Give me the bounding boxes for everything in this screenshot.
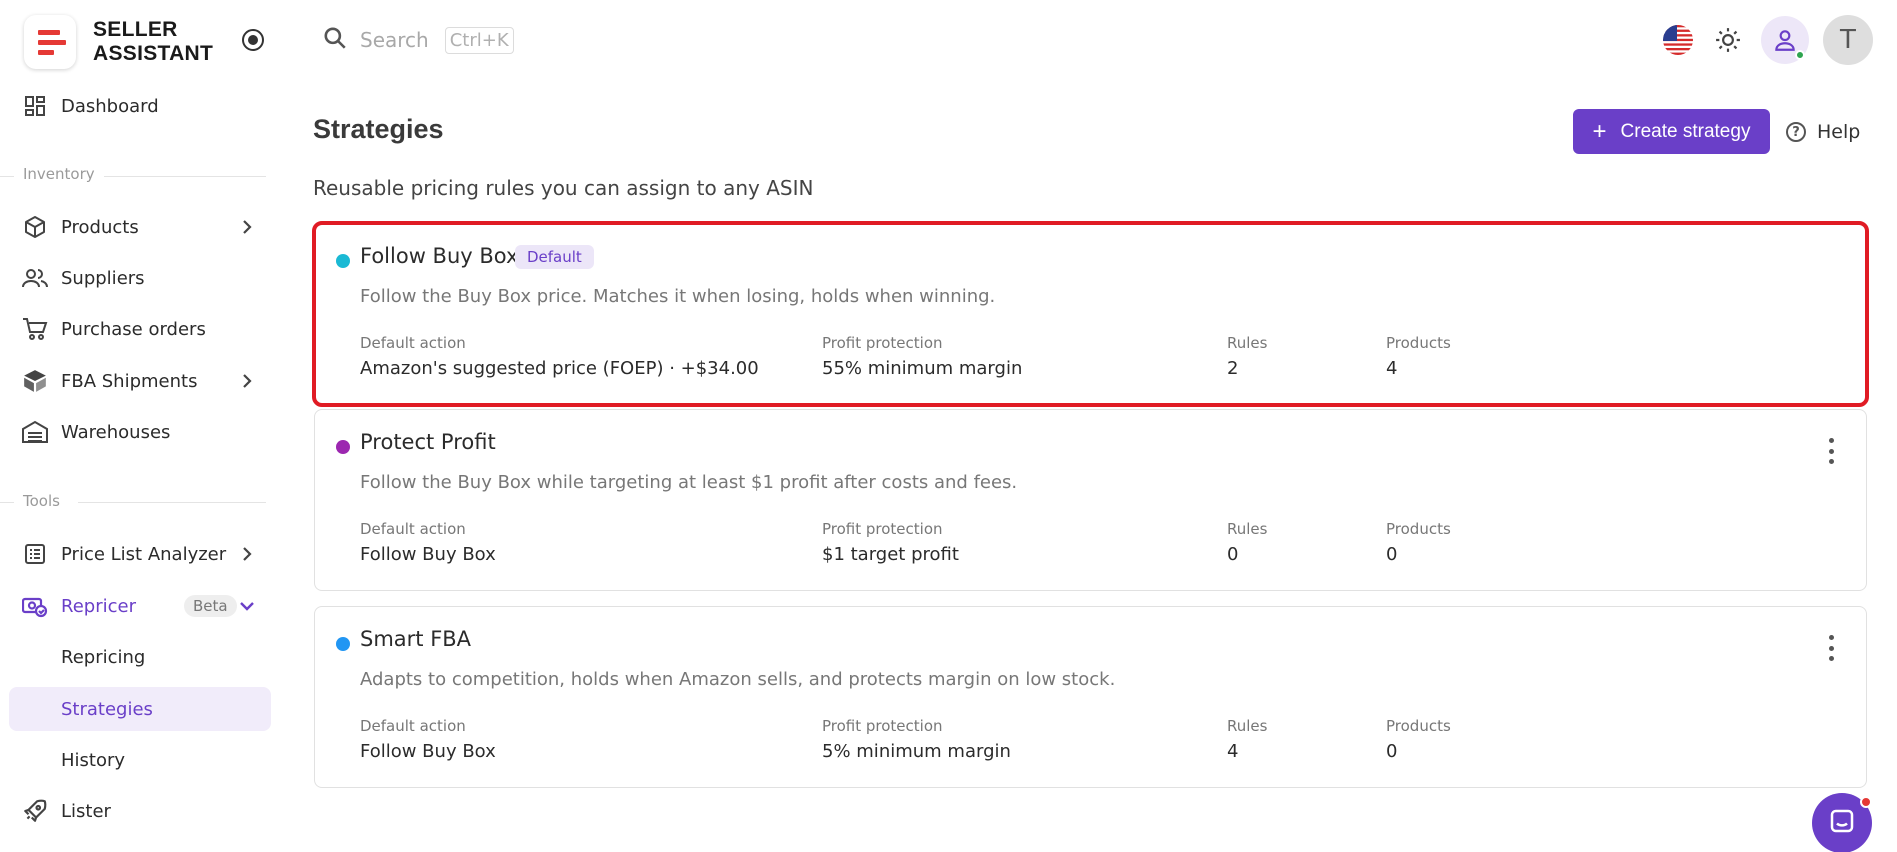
search-shortcut: Ctrl+K — [444, 26, 514, 54]
more-options-icon[interactable] — [1826, 635, 1836, 661]
create-strategy-button[interactable]: + Create strategy — [1573, 109, 1770, 154]
box-icon — [21, 213, 49, 241]
create-strategy-label: Create strategy — [1620, 120, 1751, 142]
sidebar-item-label: Strategies — [61, 698, 153, 720]
products-count: Products 0 — [1386, 717, 1451, 762]
strategy-description: Follow the Buy Box price. Matches it whe… — [360, 286, 996, 307]
sidebar-item-products[interactable]: Products — [9, 205, 271, 249]
page-subtitle: Reusable pricing rules you can assign to… — [313, 176, 814, 200]
sidebar-item-history[interactable]: History — [9, 738, 271, 782]
theme-toggle-icon[interactable] — [1713, 25, 1743, 55]
sidebar-item-label: Repricer — [61, 595, 136, 617]
rules-count: Rules 2 — [1227, 334, 1268, 379]
sidebar: SELLER ASSISTANT Dashboard Inventory Pro… — [0, 0, 282, 852]
divider — [104, 176, 266, 177]
sidebar-item-label: Lister — [61, 800, 111, 822]
sidebar-item-label: Dashboard — [61, 95, 159, 117]
chat-icon — [1827, 806, 1857, 840]
sidebar-item-label: Products — [61, 216, 139, 238]
products-count: Products 0 — [1386, 520, 1451, 565]
chevron-right-icon — [237, 217, 257, 237]
section-label-inventory: Inventory — [23, 165, 95, 183]
profit-protection: Profit protection 55% minimum margin — [822, 334, 1023, 379]
strategy-description: Follow the Buy Box while targeting at le… — [360, 472, 1018, 493]
help-icon: ? — [1786, 122, 1806, 142]
default-action: Default action Follow Buy Box — [360, 520, 496, 565]
rules-count: Rules 0 — [1227, 520, 1268, 565]
divider — [0, 502, 14, 503]
plus-icon: + — [1592, 117, 1607, 145]
chevron-right-icon — [237, 544, 257, 564]
strategy-color-dot — [336, 254, 350, 268]
strategy-card-smart-fba[interactable]: Smart FBA Adapts to competition, holds w… — [314, 606, 1867, 788]
dashboard-icon — [21, 92, 49, 120]
notification-dot — [1860, 796, 1872, 808]
chevron-right-icon — [237, 371, 257, 391]
strategy-color-dot — [336, 637, 350, 651]
sidebar-item-label: Repricing — [61, 646, 146, 668]
search-bar[interactable]: Search Ctrl+K — [322, 22, 514, 58]
sidebar-item-lister[interactable]: Lister — [9, 789, 271, 833]
sidebar-item-price-list-analyzer[interactable]: Price List Analyzer — [9, 532, 271, 576]
sidebar-item-label: Purchase orders — [61, 318, 206, 340]
list-icon — [21, 540, 49, 568]
default-action: Default action Follow Buy Box — [360, 717, 496, 762]
sidebar-item-repricer[interactable]: Repricer Beta — [9, 584, 271, 628]
account-icon[interactable] — [1761, 16, 1809, 64]
sidebar-item-label: Price List Analyzer — [61, 543, 227, 565]
divider — [0, 176, 14, 177]
rocket-icon — [21, 797, 49, 825]
brand[interactable]: SELLER ASSISTANT — [24, 13, 213, 71]
sidebar-item-warehouses[interactable]: Warehouses — [9, 410, 271, 454]
sidebar-item-purchase-orders[interactable]: Purchase orders — [9, 307, 271, 351]
search-placeholder: Search — [360, 28, 429, 52]
warehouse-icon — [21, 418, 49, 446]
beta-badge: Beta — [184, 595, 237, 617]
strategy-name: Smart FBA — [360, 627, 472, 651]
cart-icon — [21, 315, 49, 343]
sidebar-item-suppliers[interactable]: Suppliers — [9, 256, 271, 300]
sidebar-item-fba-shipments[interactable]: FBA Shipments — [9, 359, 271, 403]
sidebar-item-label: FBA Shipments — [61, 370, 198, 392]
strategy-color-dot — [336, 440, 350, 454]
chevron-down-icon — [237, 596, 257, 616]
rules-count: Rules 4 — [1227, 717, 1268, 762]
profit-protection: Profit protection $1 target profit — [822, 520, 959, 565]
section-label-tools: Tools — [23, 492, 60, 510]
users-icon — [21, 264, 49, 292]
default-badge: Default — [515, 245, 594, 269]
strategy-description: Adapts to competition, holds when Amazon… — [360, 669, 1116, 690]
strategy-name: Follow Buy Box — [360, 244, 519, 268]
strategy-card-follow-buy-box[interactable]: Follow Buy Box Default Follow the Buy Bo… — [312, 221, 1869, 407]
online-status-dot — [1795, 50, 1805, 60]
search-icon — [322, 25, 348, 55]
brand-name: SELLER ASSISTANT — [93, 18, 214, 65]
page-title: Strategies — [313, 114, 444, 144]
sidebar-item-label: History — [61, 749, 126, 771]
divider — [78, 502, 266, 503]
sidebar-item-label: Warehouses — [61, 421, 171, 443]
sidebar-item-repricing[interactable]: Repricing — [9, 635, 271, 679]
sidebar-item-dashboard[interactable]: Dashboard — [9, 84, 271, 128]
package-icon — [21, 367, 49, 395]
sidebar-item-strategies[interactable]: Strategies — [9, 687, 271, 731]
strategy-name: Protect Profit — [360, 430, 496, 454]
more-options-icon[interactable] — [1826, 438, 1836, 464]
profit-protection: Profit protection 5% minimum margin — [822, 717, 1011, 762]
sidebar-item-label: Suppliers — [61, 267, 145, 289]
header-actions: T — [1663, 14, 1873, 66]
logo-icon — [24, 15, 76, 69]
help-label: Help — [1817, 121, 1861, 143]
sidebar-collapse-toggle[interactable] — [242, 29, 264, 51]
help-button[interactable]: ? Help — [1786, 116, 1860, 148]
us-flag-icon[interactable] — [1663, 25, 1693, 55]
strategy-card-protect-profit[interactable]: Protect Profit Follow the Buy Box while … — [314, 409, 1867, 591]
products-count: Products 4 — [1386, 334, 1451, 379]
default-action: Default action Amazon's suggested price … — [360, 334, 759, 379]
avatar[interactable]: T — [1823, 15, 1873, 65]
repricer-icon — [21, 592, 49, 620]
